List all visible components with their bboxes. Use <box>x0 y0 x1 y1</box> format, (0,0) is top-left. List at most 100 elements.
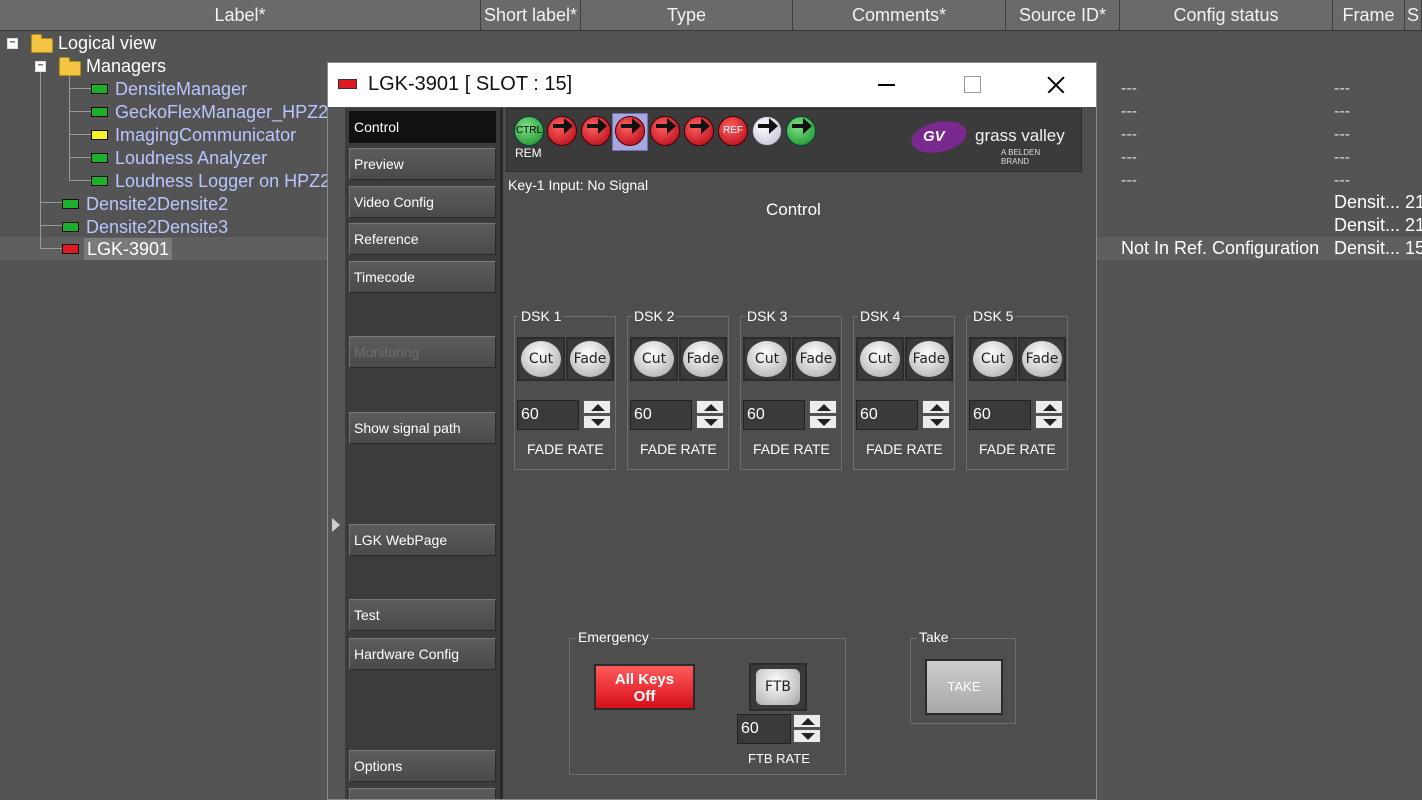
increment-icon[interactable] <box>583 400 611 414</box>
minimize-button[interactable] <box>858 63 914 107</box>
all-keys-off-button[interactable]: All Keys Off <box>594 664 695 710</box>
dsk-fade-button[interactable]: Fade <box>905 337 953 381</box>
dsk-fade-button[interactable]: Fade <box>679 337 727 381</box>
tree-item-geckoflexmanager[interactable]: GeckoFlexManager_HPZ2M <box>0 101 330 123</box>
fade-rate-stepper[interactable] <box>583 400 611 430</box>
fade-rate-field[interactable]: 60 <box>517 400 579 430</box>
dsk-cut-button[interactable]: Cut <box>743 337 791 381</box>
dsk-cut-button[interactable]: Cut <box>517 337 565 381</box>
tree-item-label: Densite2Densite3 <box>86 217 229 237</box>
nav-hardware-config[interactable]: Hardware Config <box>349 638 496 670</box>
fade-rate-field[interactable]: 60 <box>743 400 805 430</box>
collapse-strip[interactable] <box>328 108 346 799</box>
tree-item-densitemanager[interactable]: DensiteManager <box>0 78 330 100</box>
control-panel: CTRL REM REF GV grass valley A BELDEN BR… <box>506 108 1096 799</box>
take-title: Take <box>917 629 951 645</box>
increment-icon[interactable] <box>922 400 950 414</box>
tree-item-imagingcommunicator[interactable]: ImagingCommunicator <box>0 124 330 146</box>
decrement-icon[interactable] <box>793 729 821 743</box>
dsk-fade-button[interactable]: Fade <box>1018 337 1066 381</box>
nav-preview[interactable]: Preview <box>349 148 496 180</box>
output-arrow-icon[interactable] <box>786 116 816 146</box>
nav-monitoring[interactable]: Monitoring <box>349 336 496 368</box>
column-header-short-label[interactable]: Short label* <box>481 0 581 30</box>
dsk-fade-button[interactable]: Fade <box>792 337 840 381</box>
decrement-icon[interactable] <box>809 415 837 429</box>
increment-icon[interactable] <box>1035 400 1063 414</box>
column-header-frame[interactable]: Frame <box>1333 0 1405 30</box>
column-header-config-status[interactable]: Config status <box>1120 0 1333 30</box>
fade-rate-stepper[interactable] <box>809 400 837 430</box>
folder-open-icon <box>31 34 53 53</box>
nav-more[interactable] <box>349 788 496 799</box>
ftb-rate-stepper[interactable] <box>793 714 821 744</box>
fade-rate-stepper[interactable] <box>1035 400 1063 430</box>
expand-arrow-icon[interactable] <box>332 518 340 532</box>
fade-rate-field[interactable]: 60 <box>969 400 1031 430</box>
nav-test[interactable]: Test <box>349 599 496 631</box>
signal-arrow-icon[interactable] <box>547 116 577 146</box>
decrement-icon[interactable] <box>922 415 950 429</box>
column-header-label[interactable]: Label* <box>0 0 481 30</box>
nav-timecode[interactable]: Timecode <box>349 261 496 293</box>
close-button[interactable] <box>1028 63 1084 107</box>
tree-item-managers[interactable]: − Managers <box>0 55 330 77</box>
frame-cell: --- <box>1334 149 1350 166</box>
column-header-source-id[interactable]: Source ID* <box>1006 0 1120 30</box>
tree-item-densite2densite3[interactable]: Densite2Densite3 <box>0 216 330 238</box>
tree-item-logical-view[interactable]: − Logical view <box>0 32 330 54</box>
fade-rate-field[interactable]: 60 <box>630 400 692 430</box>
ctrl-status-icon[interactable]: CTRL <box>514 116 544 146</box>
ftb-button[interactable]: FTB <box>749 663 807 711</box>
fade-rate-stepper[interactable] <box>922 400 950 430</box>
tree-item-label: DensiteManager <box>115 79 248 99</box>
collapse-icon[interactable]: − <box>7 38 18 49</box>
signal-arrow-icon[interactable] <box>752 116 782 146</box>
status-led-icon <box>91 153 108 163</box>
nav-lgk-webpage[interactable]: LGK WebPage <box>349 524 496 556</box>
nav-reference[interactable]: Reference <box>349 223 496 255</box>
signal-arrow-icon[interactable] <box>581 116 611 146</box>
signal-arrow-icon[interactable] <box>615 116 645 146</box>
decrement-icon[interactable] <box>1035 415 1063 429</box>
dsk-cut-button[interactable]: Cut <box>856 337 904 381</box>
increment-icon[interactable] <box>696 400 724 414</box>
status-led-icon <box>91 176 108 186</box>
increment-icon[interactable] <box>809 400 837 414</box>
signal-arrow-icon[interactable] <box>684 116 714 146</box>
column-header-s[interactable]: S <box>1405 0 1422 30</box>
nav-options[interactable]: Options <box>349 750 496 782</box>
column-header-bar: Label* Short label* Type Comments* Sourc… <box>0 0 1422 31</box>
dsk-cut-button[interactable]: Cut <box>969 337 1017 381</box>
tree-item-loudness-analyzer[interactable]: Loudness Analyzer <box>0 147 330 169</box>
dsk-cut-button[interactable]: Cut <box>630 337 678 381</box>
fade-rate-field[interactable]: 60 <box>856 400 918 430</box>
dsk-fade-button[interactable]: Fade <box>566 337 614 381</box>
emergency-group: Emergency All Keys Off FTB 60 FTB RATE <box>569 629 846 775</box>
decrement-icon[interactable] <box>696 415 724 429</box>
dialog-titlebar[interactable]: LGK-3901 [ SLOT : 15] <box>328 63 1096 107</box>
column-header-type[interactable]: Type <box>581 0 793 30</box>
fade-rate-label: FADE RATE <box>979 441 1056 457</box>
nav-video-config[interactable]: Video Config <box>349 186 496 218</box>
increment-icon[interactable] <box>793 714 821 728</box>
cut-label: Cut <box>634 341 674 377</box>
tree-item-label: Managers <box>86 56 167 76</box>
nav-show-signal-path[interactable]: Show signal path <box>349 412 496 444</box>
nav-control[interactable]: Control <box>349 111 496 143</box>
take-button[interactable]: TAKE <box>925 659 1003 715</box>
signal-arrow-icon[interactable] <box>650 116 680 146</box>
column-header-comments[interactable]: Comments* <box>793 0 1006 30</box>
tree-item-densite2densite2[interactable]: Densite2Densite2 <box>0 193 330 215</box>
tree-item-label: Densite2Densite2 <box>86 194 229 214</box>
ref-status-icon[interactable]: REF <box>718 116 748 146</box>
maximize-button[interactable] <box>943 63 999 107</box>
ftb-rate-field[interactable]: 60 <box>737 714 791 744</box>
s-cell: 21 <box>1405 192 1422 212</box>
decrement-icon[interactable] <box>583 415 611 429</box>
fade-rate-stepper[interactable] <box>696 400 724 430</box>
collapse-icon[interactable]: − <box>35 61 46 72</box>
tree-item-lgk-3901[interactable]: LGK-3901 <box>0 238 330 260</box>
dsk-group: DSK 4 Cut Fade 60 FADE RATE <box>853 308 955 470</box>
tree-item-loudness-logger[interactable]: Loudness Logger on HPZ2 <box>0 170 330 192</box>
